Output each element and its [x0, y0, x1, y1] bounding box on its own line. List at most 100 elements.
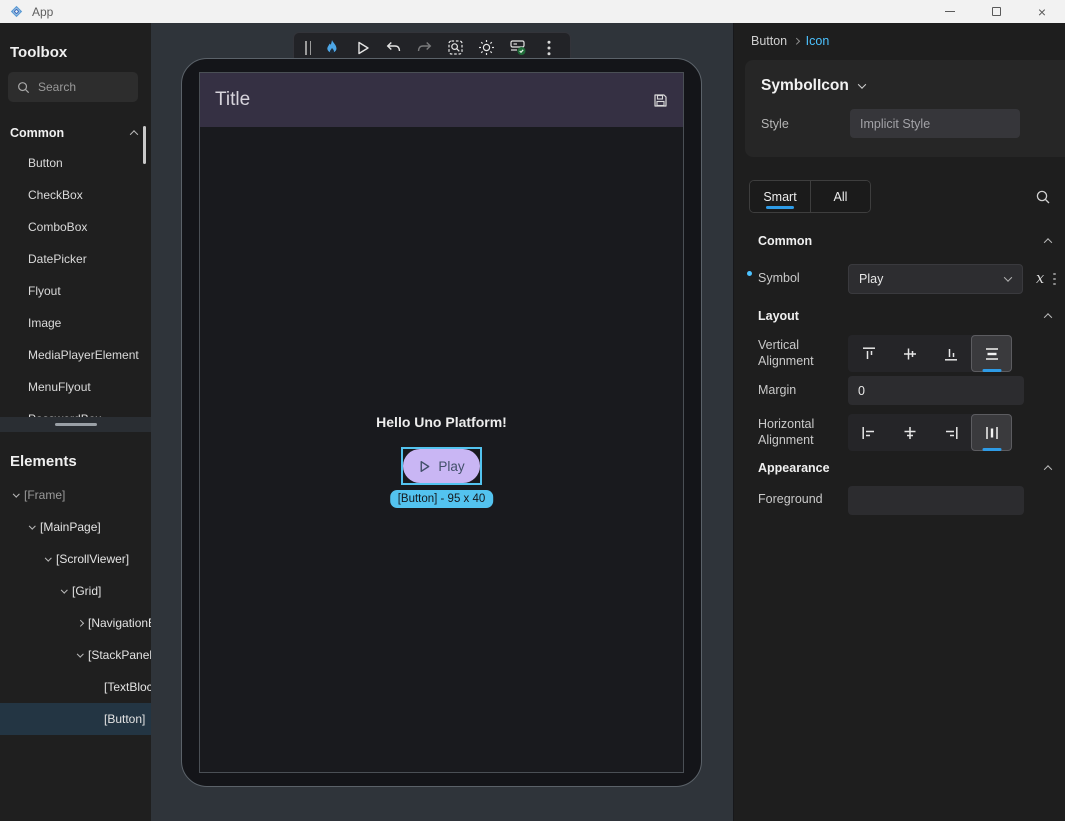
- selected-indicator: [982, 369, 1001, 372]
- chevron-up-icon: [1044, 238, 1052, 246]
- breadcrumb-current[interactable]: Icon: [806, 34, 830, 48]
- property-search-icon[interactable]: [1035, 189, 1051, 205]
- design-canvas: Title Hello Uno Platform!: [151, 23, 733, 821]
- minimize-button[interactable]: [927, 0, 973, 23]
- chevron-down-icon: [45, 554, 51, 560]
- property-inspector: Button Icon SymbolIcon Style Implicit St…: [733, 23, 1065, 821]
- toolbox-group-common[interactable]: Common: [10, 120, 137, 146]
- binding-x-icon[interactable]: x: [1036, 271, 1044, 287]
- tree-item-mainpage[interactable]: [MainPage]: [0, 511, 151, 543]
- section-appearance[interactable]: Appearance: [758, 455, 1051, 481]
- valign-center-button[interactable]: [889, 335, 930, 372]
- valign-stretch-button[interactable]: [971, 335, 1012, 372]
- toolbox-search[interactable]: [8, 72, 138, 102]
- toolbox-item-button[interactable]: Button: [0, 147, 151, 179]
- type-name: SymbolIcon: [761, 77, 849, 95]
- chevron-down-icon: [29, 522, 35, 528]
- redo-icon[interactable]: [414, 37, 435, 58]
- halign-left-button[interactable]: [848, 414, 889, 451]
- horizontal-alignment-group: [848, 414, 1012, 451]
- tree-item-navigationbar[interactable]: [NavigationBar]: [0, 607, 151, 639]
- play-button[interactable]: Play: [403, 449, 480, 483]
- vertical-alignment-row: Vertical Alignment: [758, 335, 1057, 372]
- breadcrumb-parent[interactable]: Button: [751, 34, 787, 48]
- undo-icon[interactable]: [383, 37, 404, 58]
- foreground-row: Foreground: [758, 485, 1057, 515]
- selection-size-badge: [Button] - 95 x 40: [390, 490, 494, 508]
- tree-item-scrollviewer[interactable]: [ScrollViewer]: [0, 543, 151, 575]
- valign-top-button[interactable]: [848, 335, 889, 372]
- chevron-down-icon: [77, 650, 83, 656]
- toolbox-item-menuflyout[interactable]: MenuFlyout: [0, 371, 151, 403]
- chevron-up-icon: [1044, 465, 1052, 473]
- elements-tree: [Frame] [MainPage] [ScrollViewer] [Grid]…: [0, 479, 151, 735]
- play-icon: [418, 460, 431, 473]
- maximize-icon: [992, 7, 1001, 16]
- tab-all[interactable]: All: [810, 181, 870, 212]
- save-icon[interactable]: [653, 93, 668, 108]
- os-titlebar: App ×: [0, 0, 1065, 23]
- modified-dot-icon: [747, 271, 752, 276]
- margin-row: Margin 0: [758, 376, 1057, 405]
- chevron-down-icon[interactable]: [858, 80, 866, 88]
- toolbox-item-checkbox[interactable]: CheckBox: [0, 179, 151, 211]
- chevron-right-icon: [793, 38, 799, 44]
- toolbox-item-mediaplayerelement[interactable]: MediaPlayerElement: [0, 339, 151, 371]
- elements-title: Elements: [10, 453, 77, 470]
- minimize-icon: [945, 11, 955, 12]
- section-layout[interactable]: Layout: [758, 303, 1051, 329]
- app-window: App × Toolbox Common Button CheckBox Com…: [0, 0, 1065, 821]
- maximize-button[interactable]: [973, 0, 1019, 23]
- uno-logo-icon: [9, 4, 24, 19]
- margin-input[interactable]: 0: [848, 376, 1024, 405]
- halign-right-button[interactable]: [930, 414, 971, 451]
- toolbox-item-combobox[interactable]: ComboBox: [0, 211, 151, 243]
- close-button[interactable]: ×: [1019, 0, 1065, 23]
- active-tab-indicator: [766, 206, 794, 209]
- tab-smart[interactable]: Smart: [750, 181, 810, 212]
- toolbox-item-datepicker[interactable]: DatePicker: [0, 243, 151, 275]
- vertical-alignment-group: [848, 335, 1012, 372]
- tree-item-button[interactable]: [Button]: [0, 703, 151, 735]
- symbol-label: Symbol: [758, 271, 800, 285]
- halign-stretch-button[interactable]: [971, 414, 1012, 451]
- symbol-row: Symbol Play x: [758, 264, 1057, 294]
- toolbox-item-image[interactable]: Image: [0, 307, 151, 339]
- chevron-up-icon: [130, 130, 138, 138]
- tree-item-textblock[interactable]: [TextBlock]: [0, 671, 151, 703]
- foreground-label: Foreground: [758, 492, 848, 508]
- chevron-up-icon: [1044, 313, 1052, 321]
- more-ellipsis-icon[interactable]: [1053, 273, 1056, 286]
- drag-handle[interactable]: [305, 41, 311, 55]
- halign-center-button[interactable]: [889, 414, 930, 451]
- toolbox-item-list: Button CheckBox ComboBox DatePicker Flyo…: [0, 147, 151, 435]
- section-common[interactable]: Common: [758, 228, 1051, 254]
- more-ellipsis-icon[interactable]: [538, 37, 559, 58]
- style-field[interactable]: Implicit Style: [850, 109, 1020, 138]
- toolbox-search-input[interactable]: [38, 80, 118, 94]
- margin-label: Margin: [758, 383, 848, 399]
- selection-outline: Play [Button] - 95 x 40: [401, 447, 482, 485]
- inspector-tabs: Smart All: [749, 180, 1051, 213]
- tree-item-grid[interactable]: [Grid]: [0, 575, 151, 607]
- chevron-down-icon: [13, 490, 19, 496]
- theme-brightness-icon[interactable]: [476, 37, 497, 58]
- tree-item-frame[interactable]: [Frame]: [0, 479, 151, 511]
- inspect-element-icon[interactable]: [445, 37, 466, 58]
- foreground-input[interactable]: [848, 486, 1024, 515]
- horizontal-alignment-label: Horizontal Alignment: [758, 417, 848, 448]
- device-screen: Title Hello Uno Platform!: [199, 72, 684, 773]
- app-page-titlebar: Title: [200, 73, 683, 127]
- toolbox-item-flyout[interactable]: Flyout: [0, 275, 151, 307]
- symbol-dropdown[interactable]: Play: [848, 264, 1023, 294]
- hot-reload-flame-icon[interactable]: [321, 37, 342, 58]
- splitter-grip-icon: [55, 423, 97, 426]
- page-title: Title: [215, 89, 250, 111]
- form-validation-icon[interactable]: [507, 37, 528, 58]
- panel-splitter[interactable]: [0, 417, 151, 432]
- play-icon[interactable]: [352, 37, 373, 58]
- tree-item-stackpanel[interactable]: [StackPanel]: [0, 639, 151, 671]
- toolbox-title: Toolbox: [10, 44, 67, 61]
- valign-bottom-button[interactable]: [930, 335, 971, 372]
- chevron-down-icon: [1004, 273, 1012, 281]
